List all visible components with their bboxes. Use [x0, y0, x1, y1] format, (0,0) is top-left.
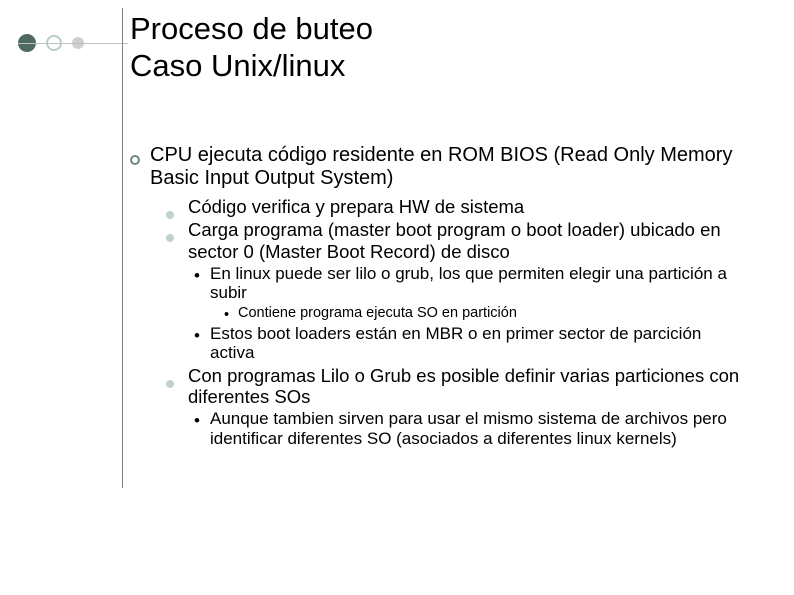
- header-decoration: [18, 34, 84, 52]
- dot-bullet-icon: •: [194, 411, 210, 450]
- bullet-level3: • En linux puede ser lilo o grub, los qu…: [194, 264, 740, 303]
- dot-bullet-icon: •: [194, 266, 210, 305]
- bullet-text: Contiene programa ejecuta SO en partició…: [238, 305, 740, 322]
- title-line-2: Caso Unix/linux: [130, 47, 373, 84]
- dot-bullet-icon: •: [224, 307, 238, 324]
- title-line-1: Proceso de buteo: [130, 10, 373, 47]
- disc-bullet-icon: [166, 365, 188, 408]
- bullet-text: Estos boot loaders están en MBR o en pri…: [210, 324, 740, 363]
- dot-bullet-icon: •: [194, 326, 210, 365]
- slide-body: CPU ejecuta código residente en ROM BIOS…: [130, 144, 740, 448]
- bullet-text: Aunque tambien sirven para usar el mismo…: [210, 409, 740, 448]
- bullet-text: En linux puede ser lilo o grub, los que …: [210, 264, 740, 303]
- ring-bullet-icon: [130, 144, 150, 190]
- slide-title: Proceso de buteo Caso Unix/linux: [130, 10, 373, 84]
- bullet-level1: CPU ejecuta código residente en ROM BIOS…: [130, 144, 740, 190]
- disc-bullet-icon: [166, 196, 188, 217]
- bullet-text: Carga programa (master boot program o bo…: [188, 219, 740, 262]
- bullet-text: Código verifica y prepara HW de sistema: [188, 196, 740, 217]
- bullet-level4: • Contiene programa ejecuta SO en partic…: [224, 305, 740, 322]
- bullet-level3: • Estos boot loaders están en MBR o en p…: [194, 324, 740, 363]
- bullet-level2: Código verifica y prepara HW de sistema: [166, 196, 740, 217]
- bullet-level2: Con programas Lilo o Grub es posible def…: [166, 365, 740, 408]
- title-vertical-line: [122, 8, 123, 488]
- decor-hline: [18, 43, 128, 44]
- bullet-text: Con programas Lilo o Grub es posible def…: [188, 365, 740, 408]
- bullet-level2: Carga programa (master boot program o bo…: [166, 219, 740, 262]
- bullet-text: CPU ejecuta código residente en ROM BIOS…: [150, 144, 740, 190]
- disc-bullet-icon: [166, 219, 188, 262]
- bullet-level3: • Aunque tambien sirven para usar el mis…: [194, 409, 740, 448]
